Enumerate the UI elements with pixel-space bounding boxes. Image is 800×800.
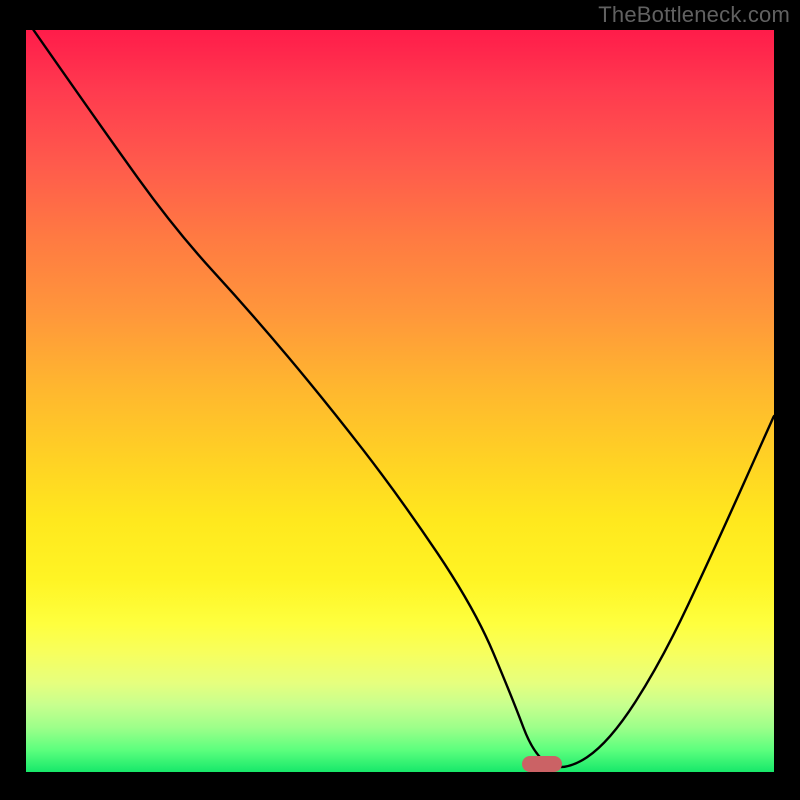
watermark-text: TheBottleneck.com xyxy=(598,2,790,28)
optimal-marker xyxy=(522,756,562,772)
bottleneck-curve xyxy=(26,30,774,772)
plot-area xyxy=(26,30,774,772)
chart-frame: TheBottleneck.com xyxy=(0,0,800,800)
